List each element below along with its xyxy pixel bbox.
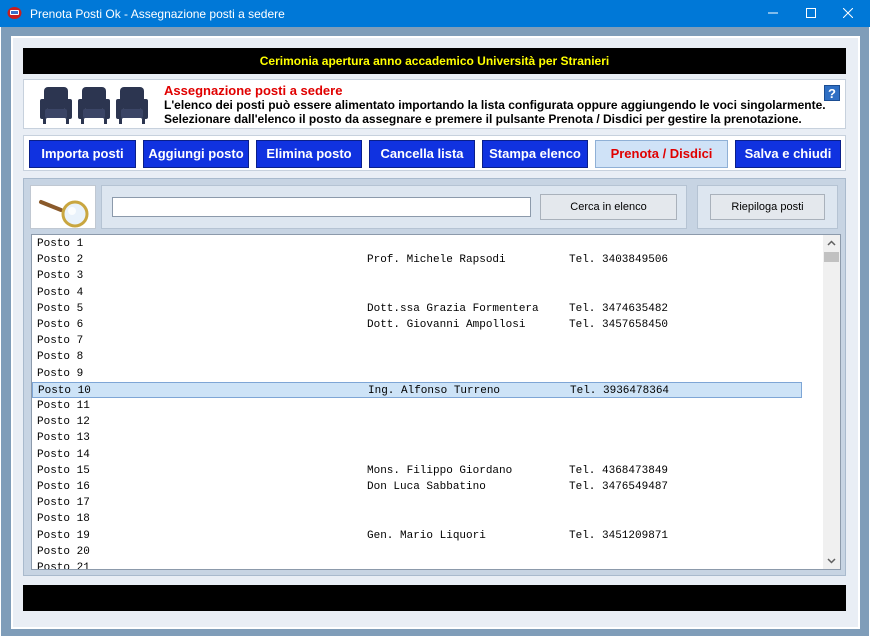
list-item-tel: Tel. 3936478364 [570, 384, 670, 397]
list-item-tel: Tel. 3457658450 [569, 319, 669, 331]
list-item[interactable]: Posto 19 Gen. Mario Liquori Tel. 345120987… [32, 528, 802, 544]
list-item[interactable]: Posto 6 Dott. Giovanni Ampollosi Tel. 3457… [32, 317, 802, 333]
scroll-down-icon[interactable] [823, 552, 840, 569]
list-item-seat: Posto 3 [37, 270, 84, 283]
list-item[interactable]: Posto 3 [32, 268, 802, 284]
list-item-seat: Posto 11 [37, 400, 90, 412]
list-item-seat: Posto 21 [37, 562, 90, 570]
list-item[interactable]: Posto 18 [32, 511, 802, 527]
list-item-seat: Posto 15 [37, 464, 90, 477]
list-item[interactable]: Posto 9 [32, 366, 802, 382]
list-item-seat: Posto 18 [37, 513, 90, 526]
list-item-tel: Tel. 4368473849 [569, 464, 669, 477]
list-item-tel: Tel. 3476549487 [569, 481, 669, 493]
close-button[interactable] [825, 0, 870, 27]
list-item-name: Mons. Filippo Giordano [367, 464, 513, 477]
list-item[interactable]: Posto 14 [32, 447, 802, 463]
save-close-button[interactable]: Salva e chiudi [735, 140, 841, 168]
info-box: Assegnazione posti a sedere L'elenco dei… [23, 79, 846, 129]
delete-seat-button[interactable]: Elimina posto [256, 140, 362, 168]
event-title: Cerimonia apertura anno accademico Unive… [23, 48, 846, 74]
list-item-seat: Posto 16 [37, 481, 90, 493]
list-item-seat: Posto 10 [38, 384, 91, 397]
book-cancel-button[interactable]: Prenota / Disdici [595, 140, 728, 168]
list-item[interactable]: Posto 16 Don Luca Sabbatino Tel. 347654948… [32, 479, 802, 495]
scroll-up-icon[interactable] [823, 235, 840, 252]
list-item-tel: Tel. 3451209871 [569, 529, 669, 542]
list-item-name: Gen. Mario Liquori [367, 529, 486, 542]
list-item-seat: Posto 14 [37, 448, 90, 461]
info-line-1: L'elenco dei posti può essere alimentato… [164, 98, 826, 112]
list-item[interactable]: Posto 11 [32, 398, 802, 414]
app-icon [7, 7, 22, 19]
info-title: Assegnazione posti a sedere [164, 83, 343, 98]
title-bar: Prenota Posti Ok - Assegnazione posti a … [0, 0, 870, 27]
info-line-2: Selezionare dall'elenco il posto da asse… [164, 112, 802, 126]
list-item-seat: Posto 4 [37, 286, 84, 299]
list-item[interactable]: Posto 17 [32, 495, 802, 511]
clear-list-button[interactable]: Cancella lista [369, 140, 475, 168]
close-icon [843, 8, 853, 18]
list-item-seat: Posto 20 [37, 545, 90, 558]
list-item[interactable]: Posto 5 Dott.ssa Grazia Formentera Tel. 34… [32, 301, 802, 317]
search-input[interactable] [112, 197, 531, 217]
list-item-seat: Posto 12 [37, 416, 90, 429]
magnifier-icon [39, 200, 89, 228]
list-item-seat: Posto 13 [37, 432, 90, 445]
list-item-name: Don Luca Sabbatino [367, 481, 486, 493]
list-item-seat: Posto 8 [37, 351, 84, 364]
seat-list[interactable]: Posto 1 Posto 2 Prof. Michele Rapsodi Tel. … [31, 234, 841, 570]
list-item[interactable]: Posto 20 [32, 544, 802, 560]
search-and-list-area: Cerca in elenco Riepiloga posti Posto 1P… [23, 178, 846, 576]
summary-strip: Riepiloga posti [697, 185, 838, 229]
list-item-seat: Posto 7 [37, 335, 84, 348]
list-item[interactable]: Posto 13 [32, 430, 802, 446]
toolbar: Importa posti Aggiungi posto Elimina pos… [23, 135, 846, 171]
list-item-seat: Posto 17 [37, 497, 90, 510]
list-item[interactable]: Posto 2 Prof. Michele Rapsodi Tel. 3403849… [32, 252, 802, 268]
list-item[interactable]: Posto 7 [32, 333, 802, 349]
window-title: Prenota Posti Ok - Assegnazione posti a … [30, 7, 285, 21]
list-item-seat: Posto 9 [37, 367, 84, 380]
list-item[interactable]: Posto 8 [32, 349, 802, 365]
list-item-seat: Posto 5 [37, 302, 84, 315]
list-item[interactable]: Posto 15 Mons. Filippo Giordano Tel. 43684… [32, 463, 802, 479]
armchair-icon [40, 87, 148, 124]
list-item-name: Dott. Giovanni Ampollosi [367, 319, 526, 331]
list-item[interactable]: Posto 1 [32, 236, 802, 252]
vertical-scrollbar[interactable] [823, 235, 840, 569]
list-item[interactable]: Posto 12 [32, 414, 802, 430]
list-item-seat: Posto 2 [37, 254, 84, 267]
import-seats-button[interactable]: Importa posti [29, 140, 136, 168]
list-item-seat: Posto 6 [37, 319, 84, 331]
list-item-seat: Posto 1 [37, 238, 84, 250]
list-item-name: Ing. Alfonso Turreno [368, 384, 501, 397]
magnifier-box [30, 185, 96, 229]
list-item[interactable]: Posto 21 [32, 560, 802, 570]
minimize-icon [768, 12, 778, 14]
add-seat-button[interactable]: Aggiungi posto [143, 140, 249, 168]
help-icon[interactable]: ? [824, 85, 840, 101]
search-list-button[interactable]: Cerca in elenco [540, 194, 677, 220]
list-item[interactable]: Posto 4 [32, 285, 802, 301]
list-item-name: Dott.ssa Grazia Formentera [367, 302, 539, 315]
list-item-seat: Posto 19 [37, 529, 90, 542]
summary-button[interactable]: Riepiloga posti [710, 194, 825, 220]
list-item[interactable]: Posto 10 Ing. Alfonso Turreno Tel. 3936478… [32, 381, 802, 398]
print-list-button[interactable]: Stampa elenco [482, 140, 588, 168]
list-item-name: Prof. Michele Rapsodi [367, 254, 506, 267]
search-strip: Cerca in elenco [101, 185, 687, 229]
maximize-icon [806, 8, 816, 18]
status-bar [23, 585, 846, 611]
scroll-thumb[interactable] [824, 252, 839, 262]
list-item-tel: Tel. 3403849506 [569, 254, 669, 267]
list-item-tel: Tel. 3474635482 [569, 302, 669, 315]
